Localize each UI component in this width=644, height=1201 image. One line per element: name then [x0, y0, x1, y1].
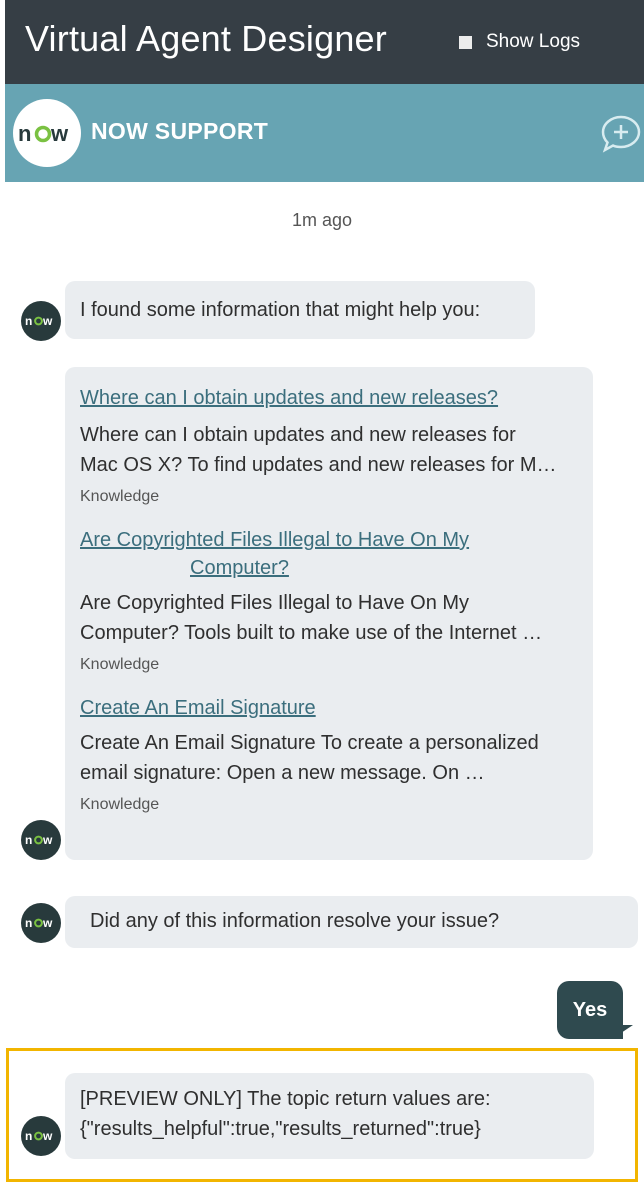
result-source: Knowledge	[80, 796, 160, 813]
result-snippet-line: Where can I obtain updates and new relea…	[80, 424, 516, 446]
agent-avatar: nw	[21, 903, 61, 943]
result-snippet-line: Are Copyrighted Files Illegal to Have On…	[80, 592, 470, 614]
show-logs-label: Show Logs	[486, 31, 581, 52]
result-snippet: Create An Email Signature To create a pe…	[80, 728, 579, 788]
show-logs-toggle[interactable]: Show Logs	[459, 31, 580, 53]
result-snippet: Where can I obtain updates and new relea…	[80, 420, 579, 480]
result-item: Are Copyrighted Files Illegal to Have On…	[80, 526, 579, 674]
svg-text:w: w	[50, 121, 69, 146]
result-title[interactable]: Create An Email Signature	[80, 697, 316, 719]
result-snippet: Are Copyrighted Files Illegal to Have On…	[80, 588, 579, 648]
result-source: Knowledge	[80, 656, 160, 673]
result-link[interactable]: Where can I obtain updates and new relea…	[80, 384, 579, 412]
agent-question-text: Did any of this information resolve your…	[90, 910, 500, 932]
agent-intro-text: I found some information that might help…	[80, 299, 481, 321]
agent-avatar: nw	[21, 301, 61, 341]
agent-avatar: nw	[21, 820, 61, 860]
result-source: Knowledge	[80, 488, 160, 505]
result-link[interactable]: Are Copyrighted Files Illegal to Have On…	[80, 526, 579, 582]
result-snippet-line: email signature: Open a new message. On …	[80, 762, 485, 784]
svg-text:w: w	[42, 314, 53, 328]
agent-avatar: nw	[21, 1116, 61, 1156]
agent-message-intro: I found some information that might help…	[65, 281, 535, 339]
show-logs-checkbox[interactable]	[459, 35, 472, 49]
svg-text:n: n	[18, 121, 31, 146]
result-snippet-line: Computer? Tools built to make use of the…	[80, 622, 543, 644]
chat-header: n w NOW SUPPORT	[5, 84, 644, 182]
result-snippet-line: Mac OS X? To find updates and new releas…	[80, 454, 557, 476]
result-title[interactable]: Where can I obtain updates and new relea…	[80, 387, 498, 409]
svg-text:n: n	[25, 916, 32, 930]
message-timestamp: 1m ago	[291, 210, 353, 230]
preview-line: {"results_helpful":true,"results_returne…	[80, 1118, 481, 1140]
svg-text:n: n	[25, 833, 32, 847]
result-snippet-line: Create An Email Signature To create a pe…	[80, 732, 539, 754]
svg-text:w: w	[42, 916, 53, 930]
user-reply-text: Yes	[572, 998, 608, 1021]
svg-text:n: n	[25, 1129, 32, 1143]
designer-header: Virtual Agent Designer Show Logs	[5, 0, 644, 84]
svg-text:w: w	[42, 1129, 53, 1143]
svg-text:n: n	[25, 314, 32, 328]
preview-line: [PREVIEW ONLY] The topic return values a…	[80, 1088, 491, 1110]
result-item: Where can I obtain updates and new relea…	[80, 384, 579, 506]
agent-message-question: Did any of this information resolve your…	[65, 896, 638, 948]
result-title[interactable]: Computer?	[80, 554, 579, 582]
result-item: Create An Email Signature Create An Emai…	[80, 694, 579, 814]
chat-plus-icon[interactable]	[600, 114, 642, 154]
app-title: Virtual Agent Designer	[25, 18, 387, 59]
user-bubble-tail	[612, 1025, 633, 1039]
result-title[interactable]: Are Copyrighted Files Illegal to Have On…	[80, 529, 469, 551]
agent-message-preview: [PREVIEW ONLY] The topic return values a…	[65, 1073, 594, 1159]
now-logo: n w	[13, 99, 81, 167]
search-results-card: Where can I obtain updates and new relea…	[65, 367, 593, 860]
support-title: NOW SUPPORT	[91, 118, 269, 144]
result-link[interactable]: Create An Email Signature	[80, 694, 579, 722]
svg-text:w: w	[42, 833, 53, 847]
